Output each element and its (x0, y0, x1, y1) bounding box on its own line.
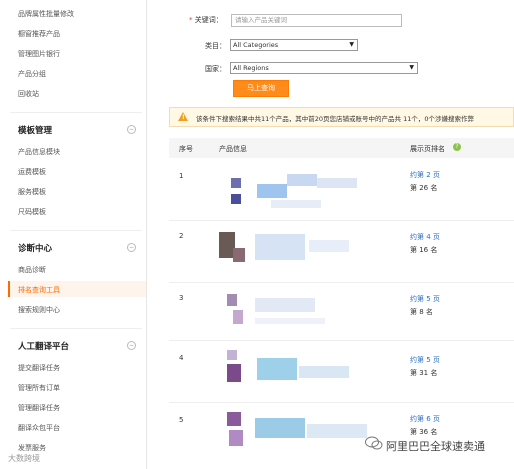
header-index: 序号 (179, 145, 193, 153)
sidebar-item-showcase[interactable]: 橱窗推荐产品 (18, 29, 60, 39)
watermark-corner: 大数跨境 (8, 454, 40, 463)
sidebar-item-product-diagnosis[interactable]: 商品诊断 (18, 265, 46, 275)
result-notice: ! 该条件下搜索结果中共11个产品，其中前20页您店铺或账号中的产品共 11个，… (169, 107, 514, 127)
search-button[interactable]: 马上查询 (233, 80, 289, 97)
sidebar-item-search-rules[interactable]: 搜索规则中心 (18, 305, 60, 315)
sidebar-item-product-group[interactable]: 产品分组 (18, 69, 46, 79)
sidebar-divider (10, 230, 142, 231)
collapse-icon[interactable]: − (127, 243, 136, 252)
country-label: 国家： (205, 65, 226, 73)
rank-position: 第 8 名 (410, 308, 433, 316)
product-image-blurred[interactable] (219, 228, 389, 272)
sidebar-item-rank-tool[interactable]: 排名查询工具 (18, 285, 60, 295)
notice-text: 该条件下搜索结果中共11个产品，其中前20页您店铺或账号中的产品共 11个，0个… (196, 115, 475, 123)
sidebar-item-brand-attr[interactable]: 品牌属性批量修改 (18, 9, 74, 19)
rank-position: 第 16 名 (410, 246, 438, 254)
rank-page-link[interactable]: 约第 4 页 (410, 232, 440, 242)
rank-page-link[interactable]: 约第 5 页 (410, 294, 440, 304)
row-divider (169, 220, 514, 221)
collapse-icon[interactable]: − (127, 125, 136, 134)
sidebar-item-recycle-bin[interactable]: 回收站 (18, 89, 39, 99)
sidebar-divider (10, 328, 142, 329)
product-image-blurred[interactable] (227, 290, 387, 330)
row-index: 5 (179, 416, 184, 424)
sidebar-section-translation[interactable]: 人工翻译平台 (18, 340, 69, 352)
keyword-label: * 关键词： (189, 16, 223, 24)
sidebar-item-translation-tasks[interactable]: 管理翻译任务 (18, 403, 60, 413)
sidebar: 品牌属性批量修改 橱窗推荐产品 管理图片银行 产品分组 回收站 模板管理 − 产… (0, 0, 147, 469)
row-index: 4 (179, 354, 184, 362)
row-index: 2 (179, 232, 184, 240)
sidebar-item-invoice[interactable]: 发票服务 (18, 443, 46, 453)
sidebar-item-product-module[interactable]: 产品信息模块 (18, 147, 60, 157)
dropdown-arrow-icon: ▼ (349, 41, 354, 48)
sidebar-item-shipping-template[interactable]: 运费模板 (18, 167, 46, 177)
sidebar-item-size-template[interactable]: 尺码模板 (18, 207, 46, 217)
sidebar-item-image-bank[interactable]: 管理图片银行 (18, 49, 60, 59)
dropdown-arrow-icon: ▼ (409, 64, 414, 71)
required-marker: * (189, 16, 193, 24)
sidebar-section-template[interactable]: 模板管理 (18, 124, 52, 136)
watermark-text: 阿里巴巴全球速卖通 (386, 440, 485, 453)
help-icon[interactable]: ? (453, 143, 461, 151)
row-divider (169, 282, 514, 283)
category-select[interactable]: All Categories ▼ (230, 39, 358, 51)
collapse-icon[interactable]: − (127, 341, 136, 350)
rank-page-link[interactable]: 约第 6 页 (410, 414, 440, 424)
sidebar-item-service-template[interactable]: 服务模板 (18, 187, 46, 197)
header-product: 产品信息 (219, 145, 247, 153)
header-rank: 展示页排名 (410, 145, 445, 153)
rank-position: 第 26 名 (410, 184, 438, 192)
warning-icon: ! (178, 112, 188, 121)
keyword-input[interactable]: 请输入产品关键词 (231, 14, 402, 27)
sidebar-divider (10, 112, 142, 113)
sidebar-item-crowdsource[interactable]: 翻译众包平台 (18, 423, 60, 433)
main-content: * 关键词： 请输入产品关键词 类目： All Categories ▼ 国家：… (147, 0, 514, 469)
product-image-blurred[interactable] (227, 410, 397, 458)
row-index: 3 (179, 294, 184, 302)
rank-page-link[interactable]: 约第 5 页 (410, 355, 440, 365)
sidebar-section-diagnosis[interactable]: 诊断中心 (18, 242, 52, 254)
country-select[interactable]: All Regions ▼ (230, 62, 418, 74)
sidebar-item-all-orders[interactable]: 管理所有订单 (18, 383, 60, 393)
rank-position: 第 36 名 (410, 428, 438, 436)
row-divider (169, 340, 514, 341)
row-index: 1 (179, 172, 184, 180)
product-image-blurred[interactable] (227, 348, 387, 392)
wechat-icon (365, 436, 383, 450)
product-image-blurred[interactable] (231, 170, 381, 212)
row-divider (169, 402, 514, 403)
category-label: 类目： (205, 42, 226, 50)
sidebar-item-submit-translation[interactable]: 提交翻译任务 (18, 363, 60, 373)
rank-position: 第 31 名 (410, 369, 438, 377)
rank-page-link[interactable]: 约第 2 页 (410, 170, 440, 180)
